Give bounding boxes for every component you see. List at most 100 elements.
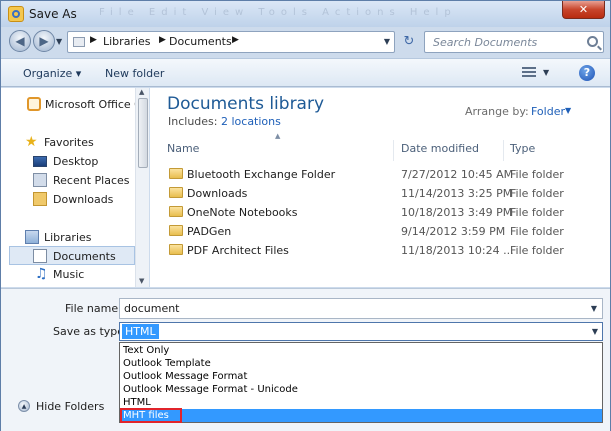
sidebar-item-downloads[interactable]: Downloads bbox=[1, 190, 135, 209]
folder-icon bbox=[169, 244, 183, 255]
hide-folders-label: Hide Folders bbox=[36, 400, 105, 413]
toolbar: Organize ▾ New folder ▼ ? bbox=[1, 58, 610, 87]
includes-label: Includes: bbox=[168, 115, 218, 128]
search-placeholder: Search Documents bbox=[433, 36, 538, 49]
sidebar-item-favorites[interactable]: ★ Favorites bbox=[1, 133, 135, 152]
save-as-type-value: HTML bbox=[122, 324, 159, 339]
column-label: Type bbox=[510, 142, 536, 155]
downloads-icon bbox=[33, 192, 47, 206]
sidebar-item-label: Favorites bbox=[44, 136, 94, 149]
sidebar-item-desktop[interactable]: Desktop bbox=[1, 152, 135, 171]
navigation-row: ◀ ▶ ▼ ▶ Libraries ▶ Documents ▶ ▼ ↻ Sear… bbox=[1, 27, 610, 57]
breadcrumb-separator-icon[interactable]: ▶ bbox=[159, 35, 166, 45]
outlook-app-icon bbox=[8, 6, 24, 22]
arrange-by-dropdown[interactable]: Folder bbox=[531, 105, 565, 118]
breadcrumb-libraries[interactable]: Libraries bbox=[103, 35, 151, 48]
search-icon[interactable] bbox=[587, 36, 598, 47]
file-name-input[interactable]: document ▼ bbox=[119, 298, 603, 319]
table-row[interactable]: Bluetooth Exchange Folder 7/27/2012 10:4… bbox=[150, 165, 610, 184]
file-name-dropdown-icon[interactable]: ▼ bbox=[591, 304, 597, 313]
folder-icon bbox=[169, 225, 183, 236]
search-input[interactable]: Search Documents bbox=[424, 31, 604, 53]
arrange-dropdown-icon[interactable]: ▼ bbox=[565, 106, 571, 115]
save-form: File name: document ▼ Save as type: HTML… bbox=[1, 288, 610, 431]
type-option[interactable]: Outlook Message Format - Unicode bbox=[120, 383, 602, 396]
column-header-type[interactable]: Type bbox=[510, 140, 610, 161]
scrollbar-thumb[interactable] bbox=[138, 98, 148, 168]
star-icon: ★ bbox=[25, 134, 38, 150]
chevron-down-icon[interactable]: ▼ bbox=[592, 327, 598, 336]
refresh-button[interactable]: ↻ bbox=[399, 31, 419, 53]
forward-button[interactable]: ▶ bbox=[33, 30, 55, 52]
file-type: File folder bbox=[510, 168, 564, 181]
table-row[interactable]: PADGen 9/14/2012 3:59 PM File folder bbox=[150, 222, 610, 241]
library-icon bbox=[25, 230, 39, 244]
folder-icon bbox=[169, 206, 183, 217]
address-bar[interactable]: ▶ Libraries ▶ Documents ▶ ▼ bbox=[67, 31, 395, 53]
sidebar-item-music[interactable]: ♫ Music bbox=[1, 265, 135, 284]
column-label: Date modified bbox=[401, 142, 479, 155]
type-option[interactable]: Outlook Message Format bbox=[120, 370, 602, 383]
file-type: File folder bbox=[510, 225, 564, 238]
save-as-type-label: Save as type: bbox=[53, 325, 128, 338]
breadcrumb-documents[interactable]: Documents bbox=[169, 35, 232, 48]
file-date: 7/27/2012 10:45 AM bbox=[401, 168, 514, 181]
folder-icon bbox=[169, 168, 183, 179]
breadcrumb-separator-icon[interactable]: ▶ bbox=[90, 35, 97, 45]
back-button[interactable]: ◀ bbox=[9, 30, 31, 52]
library-includes: Includes: 2 locations bbox=[168, 115, 281, 128]
folder-icon bbox=[169, 187, 183, 198]
table-row[interactable]: Downloads 11/14/2013 3:25 PM File folder bbox=[150, 184, 610, 203]
navigation-scrollbar[interactable]: ▲ ▼ bbox=[135, 88, 149, 287]
sidebar-item-office-outlook[interactable]: Microsoft Office Ou bbox=[1, 95, 150, 114]
sidebar-item-libraries[interactable]: Libraries bbox=[1, 228, 135, 247]
close-button[interactable]: ✕ bbox=[562, 1, 605, 19]
recent-locations-dropdown-icon[interactable]: ▼ bbox=[56, 37, 62, 46]
save-as-type-select[interactable]: HTML ▼ bbox=[119, 322, 603, 341]
sidebar-item-label: Music bbox=[53, 268, 85, 281]
file-name: Downloads bbox=[187, 187, 248, 200]
help-icon[interactable]: ? bbox=[579, 65, 595, 81]
type-option[interactable]: Outlook Template bbox=[120, 357, 602, 370]
change-view-icon[interactable] bbox=[522, 67, 536, 78]
save-as-dialog: Save As File Edit View Tools Actions Hel… bbox=[0, 0, 611, 431]
red-highlight-box bbox=[120, 408, 182, 423]
music-icon: ♫ bbox=[35, 266, 48, 282]
address-dropdown-icon[interactable]: ▼ bbox=[384, 37, 390, 46]
sidebar-item-label: Downloads bbox=[53, 193, 114, 206]
file-name: PADGen bbox=[187, 225, 232, 238]
new-folder-button[interactable]: New folder bbox=[105, 67, 164, 80]
navigation-pane: Microsoft Office Ou ★ Favorites Desktop … bbox=[1, 88, 150, 287]
file-date: 9/14/2012 3:59 PM bbox=[401, 225, 506, 238]
file-type: File folder bbox=[510, 187, 564, 200]
sort-ascending-icon: ▲ bbox=[275, 132, 281, 140]
recent-places-icon bbox=[33, 173, 47, 187]
column-header-date[interactable]: Date modified bbox=[401, 140, 504, 161]
organize-button[interactable]: Organize ▾ bbox=[23, 67, 81, 80]
file-name: OneNote Notebooks bbox=[187, 206, 298, 219]
scroll-down-icon[interactable]: ▼ bbox=[139, 277, 144, 285]
sidebar-item-label: Recent Places bbox=[53, 174, 130, 187]
office-icon bbox=[27, 97, 41, 111]
documents-icon bbox=[33, 249, 47, 263]
table-row[interactable]: PDF Architect Files 11/18/2013 10:24 ...… bbox=[150, 241, 610, 260]
type-option[interactable]: Text Only bbox=[120, 344, 602, 357]
arrange-by-label: Arrange by: bbox=[465, 105, 529, 118]
sidebar-item-label: Libraries bbox=[44, 231, 92, 244]
sidebar-item-documents[interactable]: Documents bbox=[9, 246, 135, 265]
file-name-value: document bbox=[124, 302, 180, 315]
type-option[interactable]: HTML bbox=[120, 396, 602, 409]
type-option-highlighted[interactable]: MHT files bbox=[120, 408, 602, 423]
column-header-name[interactable]: Name bbox=[167, 140, 394, 161]
scroll-up-icon[interactable]: ▲ bbox=[139, 88, 144, 96]
breadcrumb-separator-icon[interactable]: ▶ bbox=[232, 35, 239, 45]
background-menu-ghost: File Edit View Tools Actions Help bbox=[99, 7, 457, 18]
save-as-type-options: Text Only Outlook Template Outlook Messa… bbox=[119, 342, 603, 423]
file-name: PDF Architect Files bbox=[187, 244, 289, 257]
view-options-dropdown-icon[interactable]: ▼ bbox=[543, 68, 549, 77]
sidebar-item-recent-places[interactable]: Recent Places bbox=[1, 171, 135, 190]
locations-link[interactable]: 2 locations bbox=[221, 115, 281, 128]
table-row[interactable]: OneNote Notebooks 10/18/2013 3:49 PM Fil… bbox=[150, 203, 610, 222]
location-folder-icon bbox=[73, 37, 85, 47]
file-date: 11/18/2013 10:24 ... bbox=[401, 244, 514, 257]
